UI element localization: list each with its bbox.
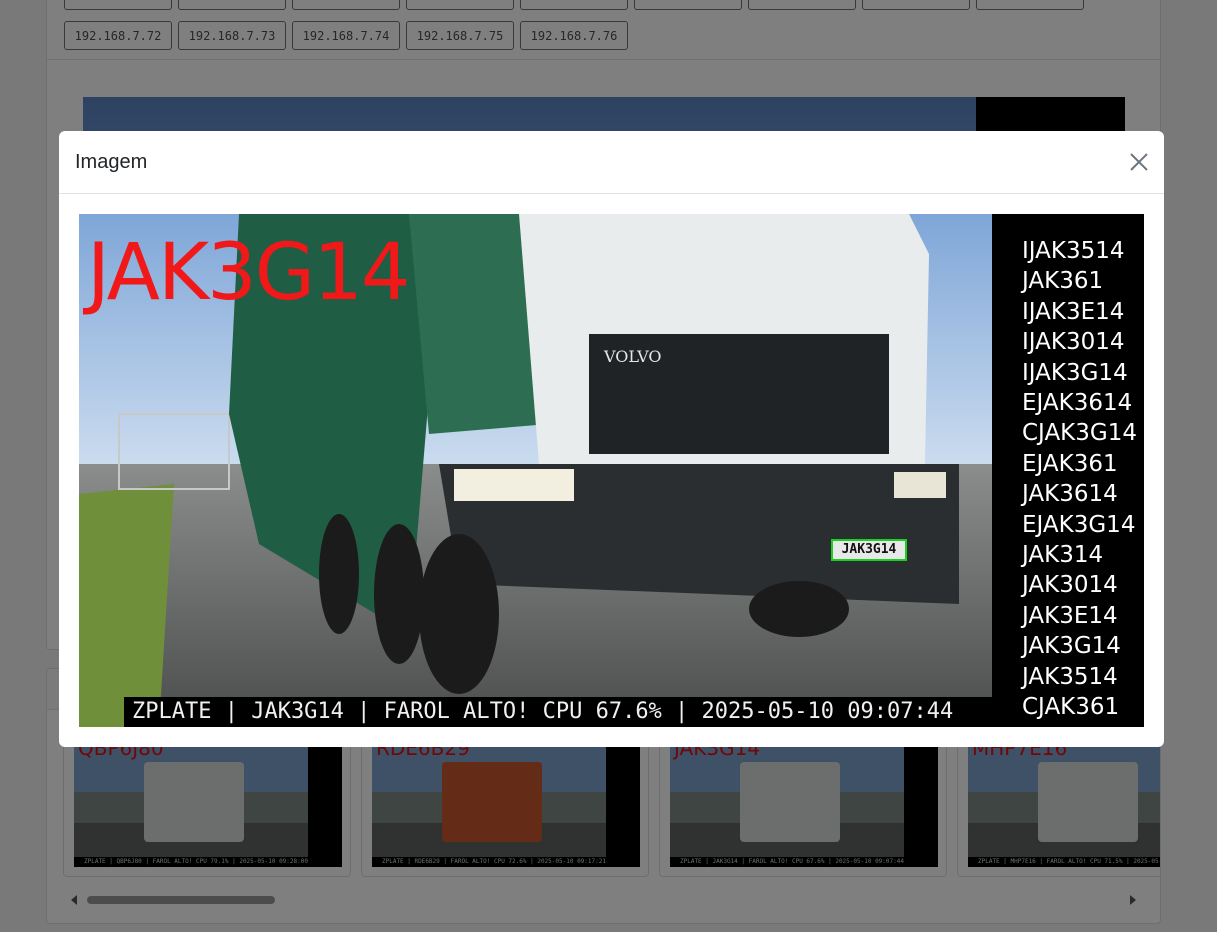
plate-candidate: CJAK3G14 — [1022, 420, 1137, 447]
modal-body: VOLVO JAK3G14 JAK3G14 IJAK3514 JAK361 IJ… — [79, 214, 1144, 727]
modal-header: Imagem — [59, 131, 1164, 194]
plate-candidates-list: IJAK3514 JAK361 IJAK3E14 IJAK3014 IJAK3G… — [992, 214, 1144, 727]
capture-info-stamp: ZPLATE | JAK3G14 | FAROL ALTO! CPU 67.6%… — [124, 697, 992, 727]
capture-image: VOLVO JAK3G14 JAK3G14 IJAK3514 JAK361 IJ… — [79, 214, 1144, 727]
plate-candidate: JAK3G14 — [1022, 633, 1121, 660]
plate-candidate: EJAK361 — [1022, 450, 1118, 477]
plate-candidate: IJAK3514 — [1022, 238, 1125, 264]
svg-text:VOLVO: VOLVO — [603, 347, 662, 366]
plate-candidate: CJAK361 — [1022, 694, 1120, 721]
plate-candidate: JAK314 — [1022, 542, 1104, 569]
plate-candidate: IJAK3014 — [1022, 329, 1125, 356]
license-plate-box: JAK3G14 — [831, 539, 907, 561]
plate-candidate: IJAK3G14 — [1022, 359, 1128, 386]
image-modal: Imagem VOLVO JAK3G14 JAK3G14 IJAK3514 JA… — [59, 131, 1164, 747]
modal-title: Imagem — [75, 151, 148, 173]
plate-candidate: JAK361 — [1022, 268, 1104, 295]
plate-candidate: JAK3014 — [1022, 572, 1118, 599]
plate-recognition-label: JAK3G14 — [87, 228, 410, 318]
plate-candidate: JAK3E14 — [1022, 602, 1118, 629]
plate-candidate: JAK3514 — [1022, 663, 1118, 690]
close-icon — [1130, 153, 1148, 171]
plate-candidate: EJAK3G14 — [1022, 511, 1136, 538]
plate-candidate: EJAK3614 — [1022, 390, 1133, 417]
plate-candidate: JAK3614 — [1022, 481, 1118, 508]
plate-candidate: IJAK3E14 — [1022, 298, 1125, 325]
close-button[interactable] — [1128, 151, 1150, 173]
